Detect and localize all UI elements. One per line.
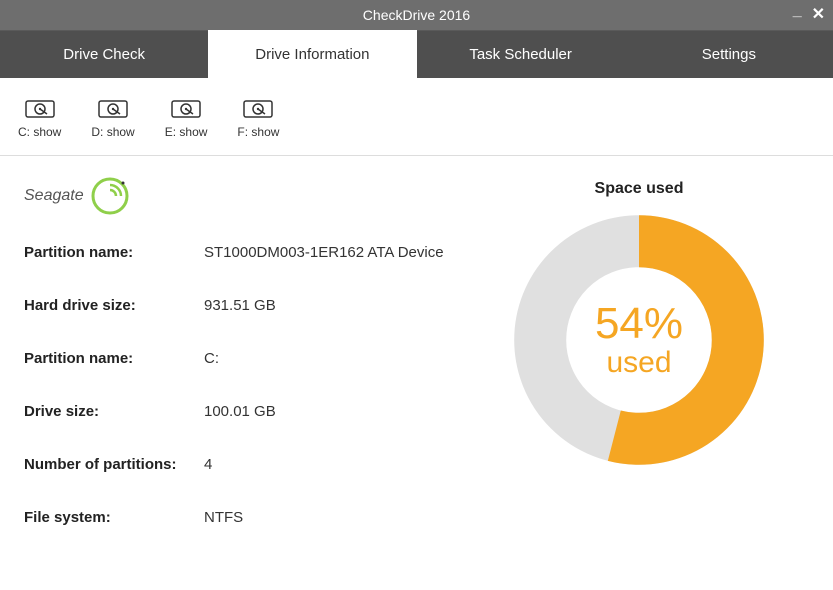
content: Seagate Partition name: ST1000DM003-1ER1…: [0, 156, 833, 590]
hdd-icon: [25, 95, 55, 119]
info-label: File system:: [24, 509, 204, 526]
donut-percent: 54%: [595, 302, 683, 346]
tab-label: Settings: [702, 46, 756, 63]
info-label: Partition name:: [24, 350, 204, 367]
drive-d[interactable]: D: show: [91, 95, 134, 139]
minimize-icon[interactable]: _: [793, 3, 802, 19]
donut-used-label: used: [606, 346, 671, 379]
tab-drive-information[interactable]: Drive Information: [208, 30, 416, 78]
info-label: Drive size:: [24, 403, 204, 420]
donut-chart: 54% used: [509, 210, 769, 470]
info-value: 931.51 GB: [204, 297, 276, 314]
info-label: Hard drive size:: [24, 297, 204, 314]
info-value: NTFS: [204, 509, 243, 526]
donut-text: 54% used: [509, 210, 769, 470]
brand: Seagate: [24, 176, 469, 216]
hdd-icon: [243, 95, 273, 119]
tab-label: Drive Information: [255, 46, 369, 63]
drive-label: E: show: [165, 125, 208, 139]
drive-label: F: show: [237, 125, 279, 139]
drive-label: D: show: [91, 125, 134, 139]
tab-label: Drive Check: [63, 46, 145, 63]
titlebar-controls: _ ✕: [793, 0, 825, 30]
info-row-drive-size: Drive size: 100.01 GB: [24, 403, 469, 420]
info-row-partition-letter: Partition name: C:: [24, 350, 469, 367]
info-value: ST1000DM003-1ER162 ATA Device: [204, 244, 444, 261]
hdd-icon: [171, 95, 201, 119]
brand-name: Seagate: [24, 187, 84, 205]
info-value: 4: [204, 456, 212, 473]
drive-c[interactable]: C: show: [18, 95, 61, 139]
info-row-file-system: File system: NTFS: [24, 509, 469, 526]
info-column: Seagate Partition name: ST1000DM003-1ER1…: [24, 176, 469, 590]
drive-label: C: show: [18, 125, 61, 139]
drive-e[interactable]: E: show: [165, 95, 208, 139]
chart-title: Space used: [595, 180, 684, 198]
info-label: Number of partitions:: [24, 456, 204, 473]
tab-task-scheduler[interactable]: Task Scheduler: [417, 30, 625, 78]
close-icon[interactable]: ✕: [812, 7, 825, 23]
tabs: Drive Check Drive Information Task Sched…: [0, 30, 833, 78]
info-row-hdd-size: Hard drive size: 931.51 GB: [24, 297, 469, 314]
tab-label: Task Scheduler: [469, 46, 572, 63]
info-value: 100.01 GB: [204, 403, 276, 420]
info-row-num-partitions: Number of partitions: 4: [24, 456, 469, 473]
seagate-logo-icon: [90, 176, 130, 216]
drive-bar: C: show D: show E: show F: show: [0, 78, 833, 156]
drive-f[interactable]: F: show: [237, 95, 279, 139]
hdd-icon: [98, 95, 128, 119]
info-row-model: Partition name: ST1000DM003-1ER162 ATA D…: [24, 244, 469, 261]
info-label: Partition name:: [24, 244, 204, 261]
titlebar: CheckDrive 2016 _ ✕: [0, 0, 833, 30]
tab-settings[interactable]: Settings: [625, 30, 833, 78]
info-value: C:: [204, 350, 219, 367]
chart-column: Space used 54% used: [469, 176, 809, 590]
window-title: CheckDrive 2016: [363, 7, 470, 23]
tab-drive-check[interactable]: Drive Check: [0, 30, 208, 78]
